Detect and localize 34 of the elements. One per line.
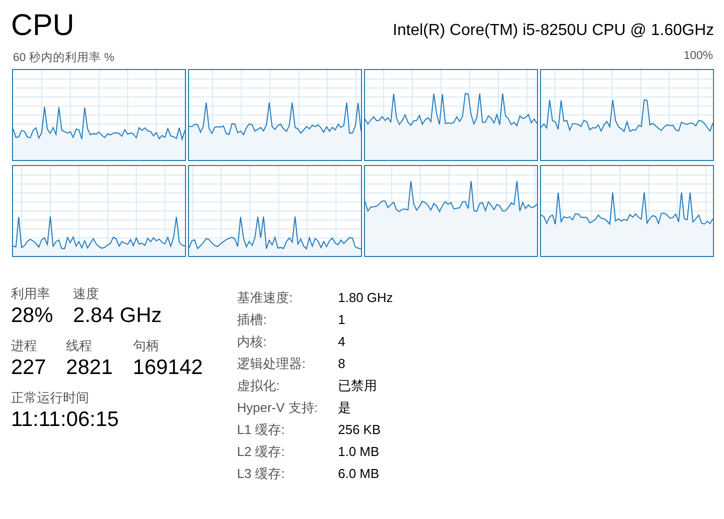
detail-label: L1 缓存: <box>237 421 286 439</box>
stat-label: 速度 <box>73 285 100 303</box>
cpu-model: Intel(R) Core(TM) i5-8250U CPU @ 1.60GHz <box>392 21 714 41</box>
detail-value: 1 <box>338 311 346 329</box>
stat-label: 线程 <box>66 337 94 355</box>
stat-value: 11:11:06:15 <box>11 407 119 433</box>
detail-value: 6.0 MB <box>338 465 380 483</box>
detail-label: 内核: <box>237 333 268 351</box>
stat-label: 利用率 <box>11 285 51 303</box>
stat-label: 正常运行时间 <box>11 389 90 407</box>
graph-max-label: 100% <box>684 50 713 64</box>
stat-label: 进程 <box>11 337 38 355</box>
detail-label: 插槽: <box>237 311 268 329</box>
stat-value: 227 <box>11 355 46 381</box>
detail-value: 4 <box>338 333 346 351</box>
detail-value: 是 <box>338 399 352 417</box>
stat-value: 169142 <box>132 355 203 381</box>
stat-value: 28% <box>11 303 54 329</box>
detail-label: L3 缓存: <box>237 465 286 483</box>
detail-value: 8 <box>338 355 346 373</box>
stat-label: 句柄 <box>132 337 160 355</box>
detail-value: 1.0 MB <box>338 443 380 461</box>
detail-label: 基准速度: <box>237 289 294 307</box>
page-title: CPU <box>11 8 74 44</box>
detail-value: 已禁用 <box>338 377 378 395</box>
detail-label: L2 缓存: <box>237 443 286 461</box>
stat-value: 2.84 GHz <box>73 303 162 329</box>
stat-value: 2821 <box>66 355 113 381</box>
detail-label: 逻辑处理器: <box>237 355 307 373</box>
detail-label: 虚拟化: <box>237 377 281 395</box>
detail-value: 1.80 GHz <box>338 289 393 307</box>
detail-label: Hyper-V 支持: <box>237 399 319 417</box>
detail-value: 256 KB <box>338 421 382 439</box>
graph-caption: 60 秒内的利用率 % <box>13 50 114 65</box>
